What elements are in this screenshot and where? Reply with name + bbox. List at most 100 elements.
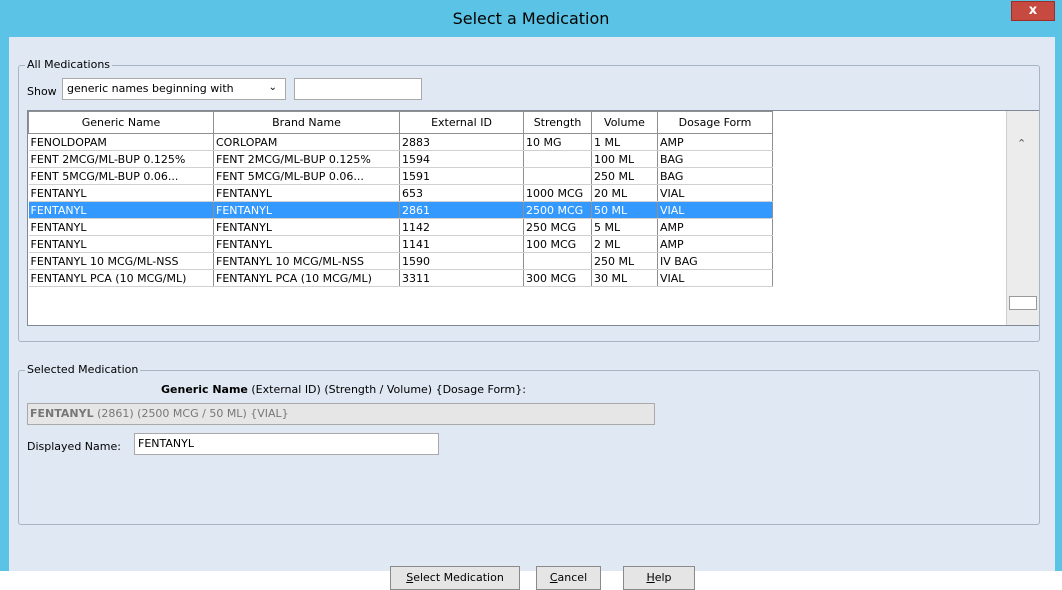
medications-grid: Generic Name Brand Name External ID Stre… <box>28 111 773 287</box>
cell-generic-name: FENTANYL <box>28 201 214 219</box>
displayed-name-label: Displayed Name: <box>27 440 121 453</box>
table-header-row: Generic Name Brand Name External ID Stre… <box>28 111 773 134</box>
cell-dosage-form: BAG <box>657 150 773 168</box>
chevron-down-icon: ⌄ <box>268 82 277 93</box>
cancel-button[interactable]: Cancel <box>536 566 601 590</box>
summary-generic-name: FENTANYL <box>30 407 94 420</box>
help-label: elp <box>654 571 672 584</box>
cell-volume: 50 ML <box>591 201 658 219</box>
cell-dosage-form: VIAL <box>657 184 773 202</box>
cell-volume: 1 ML <box>591 133 658 151</box>
cell-strength: 100 MCG <box>523 235 592 253</box>
column-header-volume[interactable]: Volume <box>591 111 658 134</box>
cancel-mnemonic: C <box>549 571 558 584</box>
summary-details: (2861) (2500 MCG / 50 ML) {VIAL} <box>93 407 289 420</box>
dialog-body: All Medications Show generic names begin… <box>9 37 1055 590</box>
cell-generic-name: FENTANYL <box>28 235 214 253</box>
cell-brand-name: FENTANYL <box>213 218 400 236</box>
cell-brand-name: FENTANYL 10 MCG/ML-NSS <box>213 252 400 270</box>
cell-external-id: 1142 <box>399 218 524 236</box>
cell-brand-name: FENT 2MCG/ML-BUP 0.125% <box>213 150 400 168</box>
table-row[interactable]: FENTANYL 10 MCG/ML-NSS FENTANYL 10 MCG/M… <box>28 252 773 270</box>
cell-strength <box>523 150 592 168</box>
scrollbar-thumb[interactable] <box>1009 296 1037 310</box>
cell-external-id: 653 <box>399 184 524 202</box>
column-header-generic-name[interactable]: Generic Name <box>28 111 214 134</box>
selected-medication-summary: FENTANYL (2861) (2500 MCG / 50 ML) {VIAL… <box>27 403 655 425</box>
table-row[interactable]: FENT 2MCG/ML-BUP 0.125% FENT 2MCG/ML-BUP… <box>28 150 773 168</box>
filter-text-input[interactable] <box>294 78 422 100</box>
cell-dosage-form: VIAL <box>657 201 773 219</box>
cell-strength: 1000 MCG <box>523 184 592 202</box>
cell-dosage-form: AMP <box>657 235 773 253</box>
cell-external-id: 1591 <box>399 167 524 185</box>
all-medications-group: All Medications Show generic names begin… <box>18 58 1040 342</box>
filter-type-value: generic names beginning with <box>67 82 234 95</box>
help-button[interactable]: Help <box>623 566 695 590</box>
cell-brand-name: FENTANYL <box>213 184 400 202</box>
cell-volume: 100 ML <box>591 150 658 168</box>
select-mnemonic: S <box>406 571 414 584</box>
cell-external-id: 1141 <box>399 235 524 253</box>
table-vertical-scrollbar[interactable]: ⌃ <box>1006 111 1039 325</box>
cell-strength <box>523 167 592 185</box>
cell-brand-name: CORLOPAM <box>213 133 400 151</box>
cell-volume: 2 ML <box>591 235 658 253</box>
cell-dosage-form: VIAL <box>657 269 773 287</box>
cell-brand-name: FENT 5MCG/ML-BUP 0.06... <box>213 167 400 185</box>
close-button[interactable]: x <box>1011 1 1055 21</box>
cell-brand-name: FENTANYL <box>213 201 400 219</box>
select-medication-button[interactable]: Select Medication <box>390 566 520 590</box>
selected-medication-legend: Selected Medication <box>25 363 141 376</box>
cell-strength <box>523 252 592 270</box>
title-bar[interactable]: Select a Medication x <box>0 0 1062 37</box>
cell-brand-name: FENTANYL PCA (10 MCG/ML) <box>213 269 400 287</box>
all-medications-legend: All Medications <box>25 58 113 71</box>
caption-details: (External ID) (Strength / Volume) {Dosag… <box>247 383 526 396</box>
column-header-external-id[interactable]: External ID <box>399 111 524 134</box>
cell-dosage-form: AMP <box>657 218 773 236</box>
help-mnemonic: H <box>646 571 655 584</box>
table-row[interactable]: FENTANYL FENTANYL 1141 100 MCG 2 ML AMP <box>28 235 773 253</box>
cell-dosage-form: IV BAG <box>657 252 773 270</box>
dialog-title: Select a Medication <box>452 9 610 28</box>
filter-type-dropdown[interactable]: generic names beginning with ⌄ <box>62 78 286 100</box>
table-row[interactable]: FENOLDOPAM CORLOPAM 2883 10 MG 1 ML AMP <box>28 133 773 151</box>
cell-external-id: 1594 <box>399 150 524 168</box>
cell-strength: 10 MG <box>523 133 592 151</box>
cell-brand-name: FENTANYL <box>213 235 400 253</box>
cell-volume: 250 ML <box>591 167 658 185</box>
column-header-dosage-form[interactable]: Dosage Form <box>657 111 773 134</box>
cell-strength: 250 MCG <box>523 218 592 236</box>
displayed-name-input[interactable]: FENTANYL <box>134 433 439 455</box>
cell-external-id: 2883 <box>399 133 524 151</box>
table-row[interactable]: FENTANYL FENTANYL 653 1000 MCG 20 ML VIA… <box>28 184 773 202</box>
table-row[interactable]: FENTANYL PCA (10 MCG/ML) FENTANYL PCA (1… <box>28 269 773 287</box>
cell-volume: 250 ML <box>591 252 658 270</box>
caption-generic-name: Generic Name <box>161 383 248 396</box>
cell-external-id: 1590 <box>399 252 524 270</box>
table-row[interactable]: FENT 5MCG/ML-BUP 0.06... FENT 5MCG/ML-BU… <box>28 167 773 185</box>
cell-generic-name: FENTANYL 10 MCG/ML-NSS <box>28 252 214 270</box>
selected-format-caption: Generic Name (External ID) (Strength / V… <box>161 383 526 396</box>
cell-volume: 30 ML <box>591 269 658 287</box>
table-row[interactable]: FENTANYL FENTANYL 1142 250 MCG 5 ML AMP <box>28 218 773 236</box>
cell-generic-name: FENT 2MCG/ML-BUP 0.125% <box>28 150 214 168</box>
dialog-window: Select a Medication x All Medications Sh… <box>0 0 1062 590</box>
cell-dosage-form: AMP <box>657 133 773 151</box>
column-header-brand-name[interactable]: Brand Name <box>213 111 400 134</box>
cell-strength: 2500 MCG <box>523 201 592 219</box>
scroll-up-arrow-icon[interactable]: ⌃ <box>1017 137 1026 150</box>
table-row-selected[interactable]: FENTANYL FENTANYL 2861 2500 MCG 50 ML VI… <box>28 201 773 219</box>
cell-volume: 20 ML <box>591 184 658 202</box>
cell-external-id: 3311 <box>399 269 524 287</box>
cell-volume: 5 ML <box>591 218 658 236</box>
cell-generic-name: FENOLDOPAM <box>28 133 214 151</box>
cell-generic-name: FENTANYL <box>28 218 214 236</box>
selected-medication-group: Selected Medication Generic Name (Extern… <box>18 363 1040 525</box>
cell-generic-name: FENT 5MCG/ML-BUP 0.06... <box>28 167 214 185</box>
cell-strength: 300 MCG <box>523 269 592 287</box>
show-label: Show <box>27 85 57 98</box>
cell-dosage-form: BAG <box>657 167 773 185</box>
column-header-strength[interactable]: Strength <box>523 111 592 134</box>
